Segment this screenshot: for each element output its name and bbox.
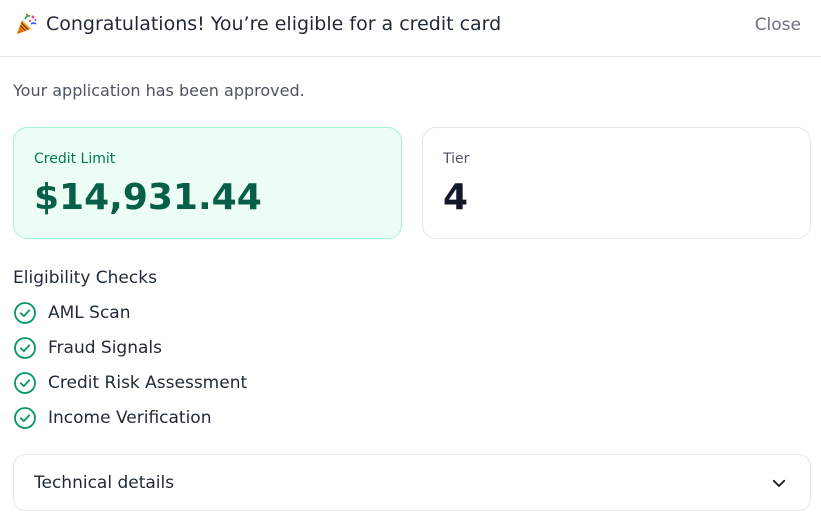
credit-limit-value: $14,931.44: [34, 177, 262, 218]
eligibility-checks-title: Eligibility Checks: [13, 268, 157, 288]
check-label: Fraud Signals: [48, 338, 162, 358]
check-circle-icon: [14, 407, 36, 429]
close-button[interactable]: Close: [755, 14, 801, 36]
approval-message: Your application has been approved.: [13, 81, 305, 100]
check-circle-icon: [14, 337, 36, 359]
modal-title: Congratulations! You’re eligible for a c…: [46, 13, 502, 35]
technical-details-label: Technical details: [34, 473, 175, 493]
check-label: AML Scan: [48, 303, 131, 323]
approval-modal: Congratulations! You’re eligible for a c…: [0, 0, 821, 518]
credit-limit-card: Credit Limit $14,931.44: [13, 127, 402, 239]
check-circle-icon: [14, 302, 36, 324]
technical-details-toggle[interactable]: Technical details: [13, 454, 811, 511]
check-label: Income Verification: [48, 408, 212, 428]
eligibility-check-item: Fraud Signals: [13, 336, 413, 360]
eligibility-check-item: Income Verification: [13, 406, 413, 430]
tier-card: Tier 4: [422, 127, 811, 239]
modal-header: Congratulations! You’re eligible for a c…: [0, 0, 821, 57]
chevron-down-icon[interactable]: [770, 474, 788, 492]
tier-label: Tier: [443, 151, 470, 167]
check-label: Credit Risk Assessment: [48, 373, 248, 393]
check-circle-icon: [14, 372, 36, 394]
eligibility-check-item: Credit Risk Assessment: [13, 371, 413, 395]
eligibility-check-item: AML Scan: [13, 301, 413, 325]
party-popper-icon: [17, 13, 37, 34]
tier-value: 4: [443, 177, 469, 218]
credit-limit-label: Credit Limit: [34, 151, 116, 167]
